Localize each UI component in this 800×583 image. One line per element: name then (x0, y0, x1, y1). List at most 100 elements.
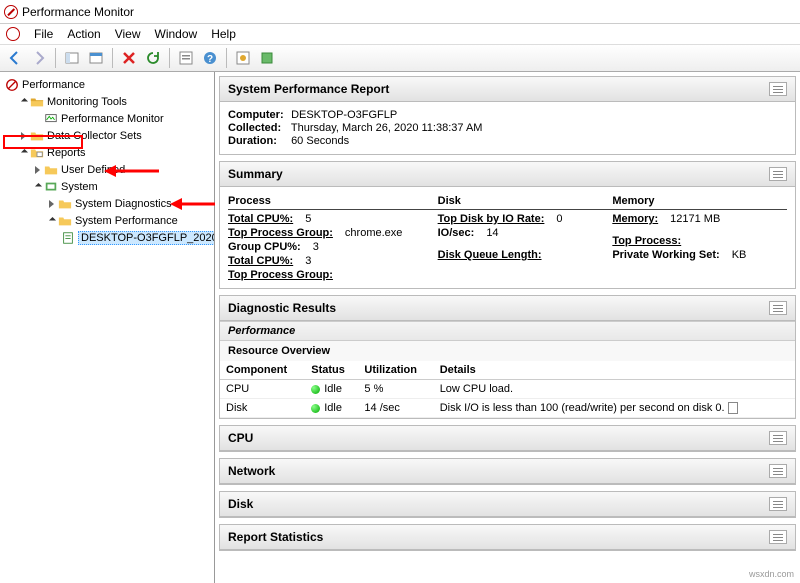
tree-label: Data Collector Sets (47, 130, 142, 142)
report-meta: Computer: DESKTOP-O3FGFLP Collected: Thu… (220, 102, 795, 154)
tree-label: User Defined (61, 164, 125, 176)
report-title: System Performance Report (228, 82, 389, 96)
menu-icon[interactable] (769, 530, 787, 544)
collected-value: Thursday, March 26, 2020 11:38:37 AM (291, 122, 483, 134)
folder-icon (58, 197, 72, 211)
delete-button[interactable] (118, 47, 140, 69)
refresh-button[interactable] (142, 47, 164, 69)
col-status: Status (305, 361, 358, 380)
menubar: File Action View Window Help (0, 24, 800, 44)
reports-icon (30, 146, 44, 160)
tree-user-defined[interactable]: User Defined (0, 161, 214, 178)
section-title: Report Statistics (228, 530, 323, 544)
col-utilization: Utilization (358, 361, 433, 380)
tree-label: Performance (22, 79, 85, 91)
summary-body: Process Total CPU%:5 Top Process Group:c… (220, 187, 795, 288)
disk-link[interactable]: Disk (226, 402, 247, 414)
tree-report-leaf[interactable]: DESKTOP-O3FGFLP_20200326 (0, 229, 214, 246)
expand-icon[interactable] (18, 130, 29, 141)
expand-icon[interactable] (46, 198, 57, 209)
expand-icon[interactable] (32, 164, 43, 175)
value: chrome.exe (345, 227, 402, 239)
diag-title: Diagnostic Results (228, 301, 336, 315)
system-icon (44, 180, 58, 194)
report-title-bar: System Performance Report (220, 77, 795, 102)
status-value: Idle (324, 402, 342, 414)
menu-icon[interactable] (769, 464, 787, 478)
menu-icon[interactable] (769, 497, 787, 511)
label[interactable]: Top Disk by IO Rate: (438, 213, 545, 225)
label[interactable]: Top Process Group: (228, 227, 333, 239)
tree-label: Monitoring Tools (47, 96, 127, 108)
label: IO/sec: (438, 227, 475, 239)
svg-text:?: ? (207, 54, 213, 65)
stats-section[interactable]: Report Statistics (219, 524, 796, 551)
tree-reports[interactable]: Reports (0, 144, 214, 161)
network-section[interactable]: Network (219, 458, 796, 485)
tree-label: Reports (47, 147, 86, 159)
new-window-button[interactable] (85, 47, 107, 69)
memory-heading: Memory (612, 193, 787, 210)
show-hide-button[interactable] (61, 47, 83, 69)
menu-action[interactable]: Action (67, 27, 100, 41)
forward-button[interactable] (28, 47, 50, 69)
disk-section[interactable]: Disk (219, 491, 796, 518)
value: 3 (305, 255, 311, 267)
label[interactable]: Total CPU%: (228, 213, 293, 225)
expand-icon[interactable] (46, 215, 57, 226)
expand-icon[interactable] (32, 181, 43, 192)
separator (169, 48, 170, 68)
content-pane[interactable]: System Performance Report Computer: DESK… (215, 72, 800, 583)
tree-perfmon[interactable]: Performance Monitor (0, 110, 214, 127)
back-button[interactable] (4, 47, 26, 69)
label[interactable]: Top Process Group: (228, 269, 333, 281)
tree-system[interactable]: System (0, 178, 214, 195)
document-icon[interactable] (728, 402, 738, 414)
tree-label: System Performance (75, 215, 178, 227)
menu-icon[interactable] (769, 167, 787, 181)
section-title: CPU (228, 431, 253, 445)
menu-icon[interactable] (769, 431, 787, 445)
cpu-section[interactable]: CPU (219, 425, 796, 452)
summary-title: Summary (228, 167, 283, 181)
menu-icon[interactable] (769, 301, 787, 315)
folder-icon (30, 129, 44, 143)
section-title: Network (228, 464, 275, 478)
label[interactable]: Memory: (612, 213, 658, 225)
tree-monitoring-tools[interactable]: Monitoring Tools (0, 93, 214, 110)
status-dot-icon (311, 404, 320, 413)
label: Duration: (228, 135, 288, 147)
resource-table: Component Status Utilization Details CPU… (220, 361, 795, 418)
separator (112, 48, 113, 68)
tree-sys-perf[interactable]: System Performance (0, 212, 214, 229)
menu-view[interactable]: View (115, 27, 141, 41)
separator (55, 48, 56, 68)
perfmon-icon (5, 78, 19, 92)
expand-icon[interactable] (18, 147, 29, 158)
process-heading: Process (228, 193, 438, 210)
value: KB (732, 249, 747, 261)
report-header-panel: System Performance Report Computer: DESK… (219, 76, 796, 155)
diagnostic-panel: Diagnostic Results Performance Resource … (219, 295, 796, 419)
label[interactable]: Top Process: (612, 235, 681, 247)
properties-button[interactable] (175, 47, 197, 69)
help-button[interactable]: ? (199, 47, 221, 69)
label[interactable]: Disk Queue Length: (438, 249, 542, 261)
label[interactable]: Total CPU%: (228, 255, 293, 267)
cpu-link[interactable]: CPU (226, 383, 249, 395)
tree-sys-diag[interactable]: System Diagnostics (0, 195, 214, 212)
menu-help[interactable]: Help (211, 27, 236, 41)
expand-icon[interactable] (18, 96, 29, 107)
tree-dcs[interactable]: Data Collector Sets (0, 127, 214, 144)
window-title: Performance Monitor (22, 5, 134, 19)
tree-root[interactable]: Performance (0, 76, 214, 93)
menu-file[interactable]: File (34, 27, 53, 41)
menu-icon[interactable] (769, 82, 787, 96)
resource-overview-subheader: Resource Overview (220, 340, 795, 361)
settings-button[interactable] (232, 47, 254, 69)
run-button[interactable] (256, 47, 278, 69)
tree-pane: Performance Monitoring Tools Performance… (0, 72, 215, 583)
value: 3 (313, 241, 319, 253)
diag-header: Diagnostic Results (220, 296, 795, 321)
menu-window[interactable]: Window (155, 27, 198, 41)
